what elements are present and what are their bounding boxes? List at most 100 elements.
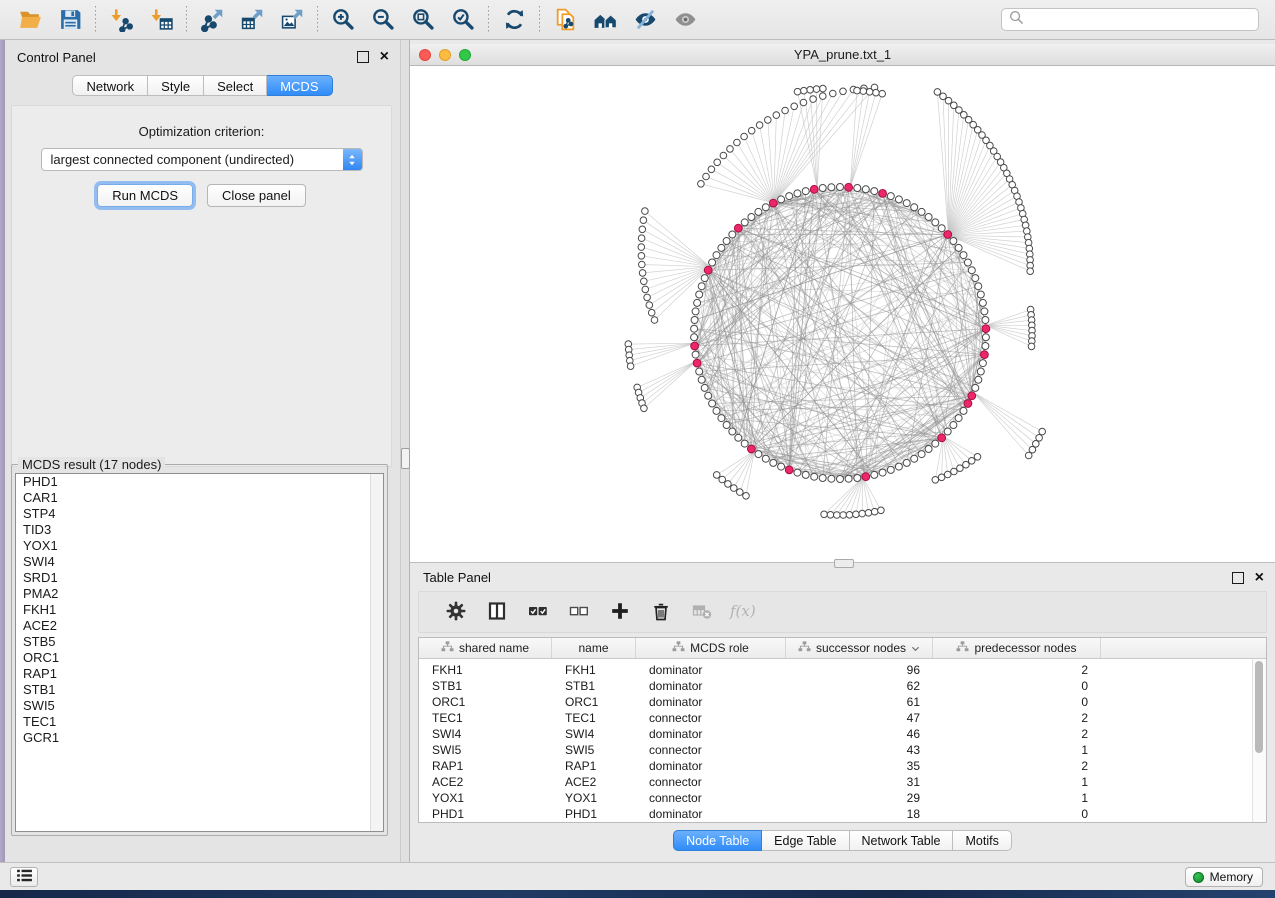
column-header-successor-nodes[interactable]: successor nodes bbox=[786, 638, 933, 658]
table-row-TEC1[interactable]: TEC1TEC1connector472 bbox=[419, 710, 1266, 726]
close-panel-button[interactable]: Close panel bbox=[207, 184, 306, 207]
result-node-item[interactable]: SWI4 bbox=[16, 554, 383, 570]
tab-node-table[interactable]: Node Table bbox=[673, 830, 762, 851]
save-button[interactable] bbox=[50, 4, 90, 36]
table-scrollbar-thumb[interactable] bbox=[1255, 661, 1263, 753]
table-row-ACE2[interactable]: ACE2ACE2connector311 bbox=[419, 774, 1266, 790]
table-row-FKH1[interactable]: FKH1FKH1dominator962 bbox=[419, 662, 1266, 678]
network-canvas[interactable] bbox=[410, 66, 1275, 563]
export-image-button[interactable] bbox=[272, 4, 312, 36]
table-row-YOX1[interactable]: YOX1YOX1connector291 bbox=[419, 790, 1266, 806]
cell-MCDS-role: connector bbox=[636, 742, 786, 758]
tab-select[interactable]: Select bbox=[204, 75, 267, 96]
zoom-fit-button[interactable] bbox=[403, 4, 443, 36]
tab-edge-table[interactable]: Edge Table bbox=[762, 830, 849, 851]
table-row-SWI5[interactable]: SWI5SWI5connector431 bbox=[419, 742, 1266, 758]
column-header-shared-name[interactable]: shared name bbox=[419, 638, 552, 658]
close-panel-icon[interactable]: × bbox=[380, 52, 389, 62]
tab-network-table[interactable]: Network Table bbox=[850, 830, 954, 851]
cell-name: YOX1 bbox=[552, 790, 636, 806]
cell-MCDS-role: dominator bbox=[636, 758, 786, 774]
result-node-item[interactable]: GCR1 bbox=[16, 730, 383, 746]
criterion-dropdown[interactable]: largest connected component (undirected) bbox=[41, 148, 363, 171]
cell-predecessor-nodes: 2 bbox=[933, 710, 1101, 726]
deselect-all-button[interactable] bbox=[558, 594, 599, 630]
export-table-button[interactable] bbox=[232, 4, 272, 36]
table-row-SWI4[interactable]: SWI4SWI4dominator462 bbox=[419, 726, 1266, 742]
task-history-button[interactable] bbox=[10, 867, 38, 887]
zoom-in-button[interactable] bbox=[323, 4, 363, 36]
cell-successor-nodes: 31 bbox=[786, 774, 933, 790]
tab-motifs[interactable]: Motifs bbox=[953, 830, 1011, 851]
result-node-item[interactable]: SRD1 bbox=[16, 570, 383, 586]
cell-shared-name: SWI4 bbox=[419, 726, 552, 742]
zoom-selected-button[interactable] bbox=[443, 4, 483, 36]
tab-network[interactable]: Network bbox=[72, 75, 148, 96]
table-scrollbar[interactable] bbox=[1252, 659, 1266, 822]
table-row-ORC1[interactable]: ORC1ORC1dominator610 bbox=[419, 694, 1266, 710]
import-network-button[interactable] bbox=[101, 4, 141, 36]
search-box[interactable] bbox=[1001, 8, 1259, 31]
delete-button[interactable] bbox=[640, 594, 681, 630]
memory-label: Memory bbox=[1210, 870, 1253, 884]
result-node-item[interactable]: STB5 bbox=[16, 634, 383, 650]
result-node-item[interactable]: PMA2 bbox=[16, 586, 383, 602]
result-node-item[interactable]: FKH1 bbox=[16, 602, 383, 618]
float-panel-icon[interactable] bbox=[357, 51, 369, 63]
cell-MCDS-role: dominator bbox=[636, 726, 786, 742]
table-row-STB1[interactable]: STB1STB1dominator620 bbox=[419, 678, 1266, 694]
result-node-item[interactable]: RAP1 bbox=[16, 666, 383, 682]
result-node-item[interactable]: STB1 bbox=[16, 682, 383, 698]
zoom-out-button[interactable] bbox=[363, 4, 403, 36]
result-node-item[interactable]: ACE2 bbox=[16, 618, 383, 634]
close-table-panel-icon[interactable]: × bbox=[1255, 573, 1264, 583]
first-neighbors-button[interactable] bbox=[585, 4, 625, 36]
column-header-predecessor-nodes[interactable]: predecessor nodes bbox=[933, 638, 1101, 658]
node-table: shared namenameMCDS role successor nodes p… bbox=[418, 637, 1267, 823]
import-network-icon bbox=[109, 7, 134, 32]
tab-mcds[interactable]: MCDS bbox=[267, 75, 332, 96]
cell-name: SWI4 bbox=[552, 726, 636, 742]
column-header-name[interactable]: name bbox=[552, 638, 636, 658]
result-node-item[interactable]: TID3 bbox=[16, 522, 383, 538]
result-node-item[interactable]: SWI5 bbox=[16, 698, 383, 714]
import-table-button[interactable] bbox=[141, 4, 181, 36]
result-node-item[interactable]: YOX1 bbox=[16, 538, 383, 554]
result-node-item[interactable]: CAR1 bbox=[16, 490, 383, 506]
gear-icon bbox=[446, 601, 466, 624]
panel-splitter[interactable] bbox=[400, 40, 410, 862]
clone-network-button[interactable] bbox=[545, 4, 585, 36]
hide-selected-button[interactable] bbox=[625, 4, 665, 36]
open-button[interactable] bbox=[10, 4, 50, 36]
table-tabs: Node TableEdge TableNetwork TableMotifs bbox=[410, 830, 1275, 851]
mcds-result-list[interactable]: PHD1CAR1STP4TID3YOX1SWI4SRD1PMA2FKH1ACE2… bbox=[15, 473, 384, 832]
result-node-item[interactable]: PHD1 bbox=[16, 474, 383, 490]
gear-button[interactable] bbox=[435, 594, 476, 630]
select-all-button[interactable] bbox=[517, 594, 558, 630]
columns-button[interactable] bbox=[476, 594, 517, 630]
desktop-background bbox=[0, 890, 1275, 898]
export-network-button[interactable] bbox=[192, 4, 232, 36]
column-label: successor nodes bbox=[816, 641, 906, 655]
result-list-scrollbar[interactable] bbox=[370, 474, 383, 831]
result-node-item[interactable]: STP4 bbox=[16, 506, 383, 522]
show-all-button[interactable] bbox=[665, 4, 705, 36]
table-row-RAP1[interactable]: RAP1RAP1dominator352 bbox=[419, 758, 1266, 774]
hide-selected-icon bbox=[633, 7, 658, 32]
run-mcds-button[interactable]: Run MCDS bbox=[97, 184, 193, 207]
result-node-item[interactable]: ORC1 bbox=[16, 650, 383, 666]
search-input[interactable] bbox=[1029, 10, 1258, 30]
memory-button[interactable]: Memory bbox=[1185, 867, 1263, 887]
column-header-MCDS-role[interactable]: MCDS role bbox=[636, 638, 786, 658]
zoom-fit-icon bbox=[411, 7, 436, 32]
splitter-grip[interactable] bbox=[401, 448, 410, 469]
tab-style[interactable]: Style bbox=[148, 75, 204, 96]
add-icon bbox=[610, 601, 630, 624]
result-node-item[interactable]: TEC1 bbox=[16, 714, 383, 730]
float-table-panel-icon[interactable] bbox=[1232, 572, 1244, 584]
table-panel-grip[interactable] bbox=[834, 559, 854, 568]
add-button[interactable] bbox=[599, 594, 640, 630]
table-row-PHD1[interactable]: PHD1PHD1dominator180 bbox=[419, 806, 1266, 822]
refresh-button[interactable] bbox=[494, 4, 534, 36]
delete-table-button bbox=[681, 594, 722, 630]
